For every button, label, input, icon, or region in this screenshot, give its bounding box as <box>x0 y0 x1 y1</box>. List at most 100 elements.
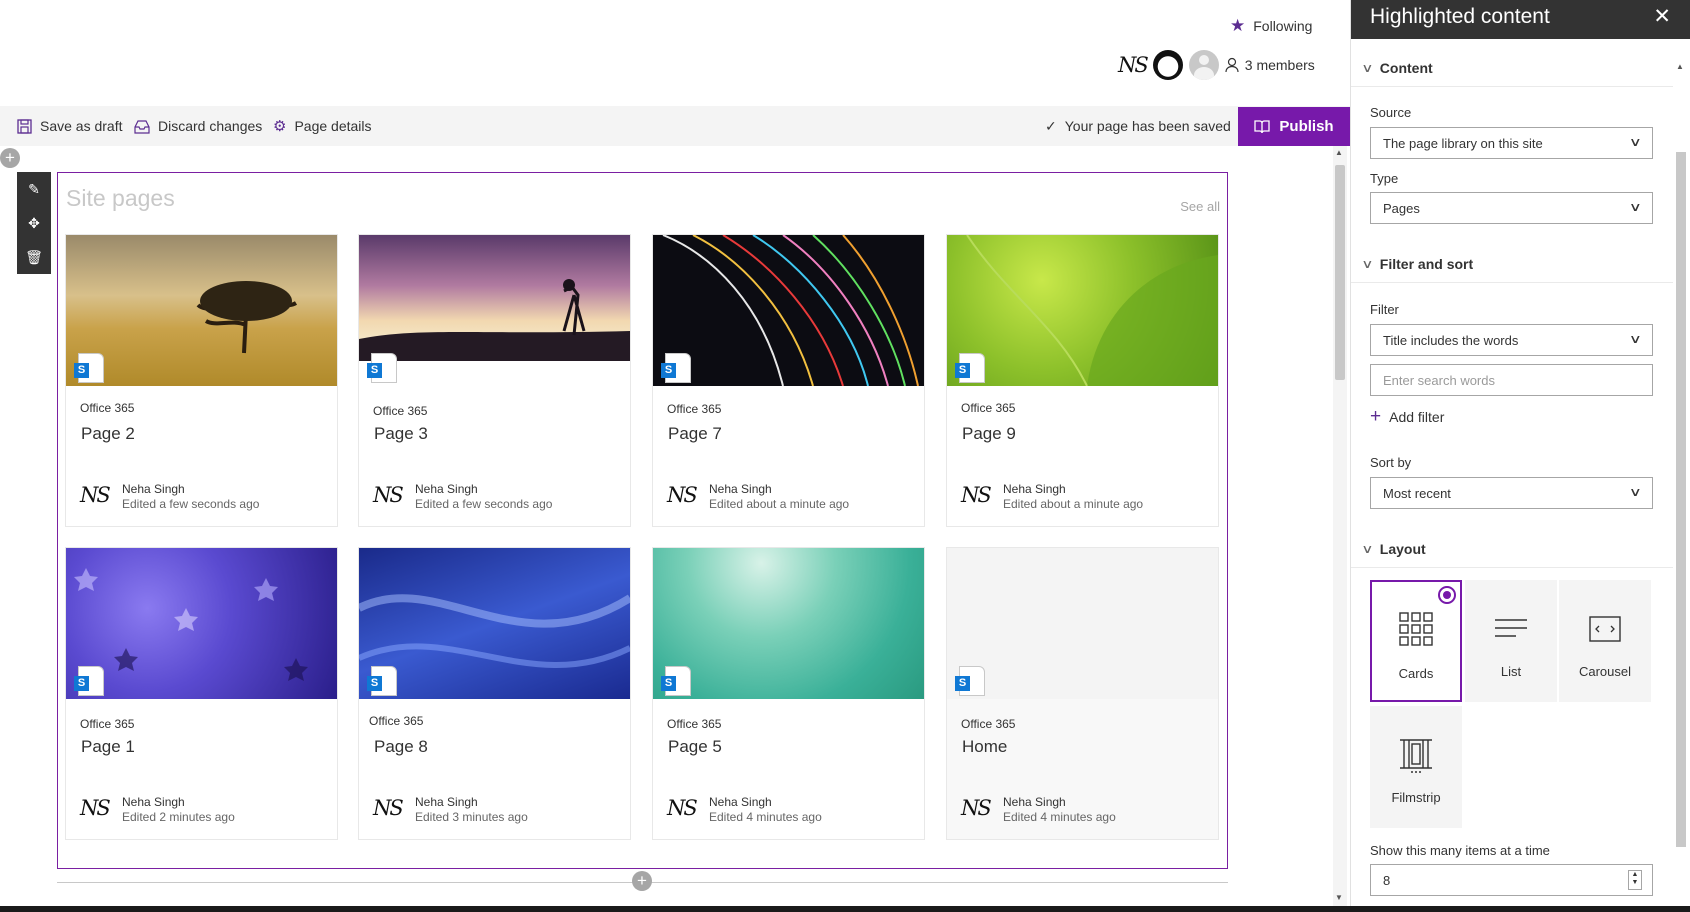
pane-scrollbar-thumb[interactable] <box>1676 152 1686 847</box>
list-icon <box>1495 619 1527 637</box>
close-icon[interactable]: ✕ <box>1653 4 1671 29</box>
page-card[interactable]: Office 365 Page 8 NS Neha Singh Edited 3… <box>357 547 633 840</box>
see-all-link[interactable]: See all <box>1180 199 1220 214</box>
layout-option-list[interactable]: List <box>1465 580 1557 702</box>
author-avatar: NS <box>373 796 404 820</box>
card-site: Office 365 <box>80 401 135 415</box>
card-title[interactable]: Page 3 <box>374 424 428 444</box>
card-edited: Edited a few seconds ago <box>122 497 260 511</box>
move-icon[interactable]: ✥ <box>28 215 40 232</box>
card-thumbnail <box>357 548 633 699</box>
items-count-label: Show this many items at a time <box>1370 843 1550 858</box>
layout-label: Cards <box>1398 666 1434 681</box>
card-title[interactable]: Page 1 <box>81 737 135 757</box>
card-author: Neha Singh <box>122 482 185 496</box>
property-pane-header: Highlighted content ✕ <box>1351 0 1690 39</box>
card-title[interactable]: Page 8 <box>374 737 428 757</box>
sharepoint-page-icon <box>367 666 397 696</box>
property-pane: Highlighted content ✕ ∨ Content Source T… <box>1350 0 1690 912</box>
card-thumbnail <box>359 235 630 361</box>
author-avatar: NS <box>961 483 992 507</box>
chevron-down-icon: ∨ <box>1361 60 1374 75</box>
member-avatar-placeholder <box>1188 50 1219 80</box>
property-pane-title: Highlighted content <box>1370 5 1550 28</box>
card-site: Office 365 <box>80 717 135 731</box>
scroll-down-icon[interactable]: ▼ <box>1335 893 1343 902</box>
card-author: Neha Singh <box>709 482 772 496</box>
layout-section-toggle[interactable]: ∨ Layout <box>1351 530 1673 568</box>
card-author: Neha Singh <box>415 482 478 496</box>
chevron-down-icon: ∨ <box>1629 135 1643 149</box>
sort-value: Most recent <box>1383 485 1451 501</box>
chevron-down-icon: ∨ <box>1629 332 1643 346</box>
page-card[interactable]: Office 365 Page 9 NS Neha Singh Edited a… <box>946 234 1219 527</box>
page-card[interactable]: Office 365 Page 7 NS Neha Singh Edited a… <box>652 234 925 527</box>
page-card[interactable]: Office 365 Page 1 NS Neha Singh Edited 2… <box>65 547 338 840</box>
follow-toggle[interactable]: ★ Following <box>1230 16 1312 36</box>
author-avatar: NS <box>373 483 404 507</box>
page-details-button[interactable]: ⚙ Page details <box>273 106 372 146</box>
card-title[interactable]: Page 7 <box>668 424 722 444</box>
sort-label: Sort by <box>1370 455 1412 470</box>
plus-icon: + <box>1370 406 1382 427</box>
source-dropdown[interactable]: The page library on this site ∨ <box>1370 127 1653 159</box>
card-site: Office 365 <box>667 402 722 416</box>
type-value: Pages <box>1383 200 1420 216</box>
person-icon <box>1225 57 1239 73</box>
card-title[interactable]: Page 9 <box>962 424 1016 444</box>
edit-pencil-icon[interactable]: ✎ <box>28 181 40 198</box>
star-icon: ★ <box>1230 16 1246 35</box>
add-section-bottom-icon[interactable]: + <box>632 871 652 891</box>
selected-radio-icon <box>1438 586 1456 604</box>
author-avatar: NS <box>80 796 111 820</box>
card-title[interactable]: Home <box>962 737 1007 757</box>
filter-section-label: Filter and sort <box>1379 255 1474 272</box>
publish-button[interactable]: Publish <box>1238 107 1350 146</box>
delete-icon[interactable]: 🗑 <box>25 249 43 266</box>
layout-option-filmstrip[interactable]: Filmstrip <box>1370 706 1462 828</box>
book-icon <box>1254 119 1271 133</box>
items-count-spinner[interactable]: 8 ▲ ▼ <box>1370 864 1653 896</box>
discard-button[interactable]: Discard changes <box>134 106 262 146</box>
add-filter-button[interactable]: + Add filter <box>1370 406 1444 428</box>
add-section-top-icon[interactable]: + <box>0 148 20 168</box>
page-card[interactable]: Office 365 Home NS Neha Singh Edited 4 m… <box>946 547 1219 840</box>
spin-arrows-icon[interactable]: ▲ ▼ <box>1628 870 1642 890</box>
filter-section-toggle[interactable]: ∨ Filter and sort <box>1351 245 1673 283</box>
member-avatar <box>1152 50 1183 80</box>
card-edited: Edited about a minute ago <box>1003 497 1144 511</box>
card-thumbnail <box>66 548 337 699</box>
page-card[interactable]: Office 365 Page 2 NS Neha Singh Edited a… <box>65 234 338 527</box>
author-avatar: NS <box>667 483 698 507</box>
members-group[interactable]: NS 3 members <box>1118 50 1315 80</box>
layout-option-cards[interactable]: Cards <box>1370 580 1462 702</box>
save-draft-button[interactable]: Save as draft <box>17 106 123 146</box>
filter-search-input[interactable] <box>1370 364 1653 396</box>
page-card[interactable]: Office 365 Page 3 NS Neha Singh Edited a… <box>358 234 631 527</box>
filter-dropdown[interactable]: Title includes the words ∨ <box>1370 324 1653 356</box>
content-section-toggle[interactable]: ∨ Content <box>1351 49 1673 87</box>
sort-dropdown[interactable]: Most recent ∨ <box>1370 477 1653 509</box>
card-thumbnail-empty <box>947 548 1218 699</box>
card-site: Office 365 <box>667 717 722 731</box>
layout-section-label: Layout <box>1379 540 1426 557</box>
page-scrollbar-thumb[interactable] <box>1335 165 1345 380</box>
type-dropdown[interactable]: Pages ∨ <box>1370 192 1653 224</box>
add-filter-label: Add filter <box>1389 409 1445 425</box>
gear-icon: ⚙ <box>273 118 287 135</box>
scroll-up-icon[interactable]: ▲ <box>1335 148 1343 157</box>
sharepoint-page-icon <box>367 353 397 383</box>
saved-status-text: Your page has been saved <box>1064 118 1231 134</box>
layout-option-carousel[interactable]: Carousel <box>1559 580 1651 702</box>
card-title[interactable]: Page 2 <box>81 424 135 444</box>
card-title[interactable]: Page 5 <box>668 737 722 757</box>
card-author: Neha Singh <box>709 795 772 809</box>
page-card[interactable]: Office 365 Page 5 NS Neha Singh Edited 4… <box>652 547 925 840</box>
pane-scroll-up-icon[interactable]: ▲ <box>1676 62 1684 71</box>
members-count: 3 members <box>1244 57 1315 73</box>
card-author: Neha Singh <box>122 795 185 809</box>
author-avatar: NS <box>80 483 111 507</box>
save-status: ✓ Your page has been saved <box>1045 106 1231 146</box>
type-label: Type <box>1370 171 1399 186</box>
checkmark-icon: ✓ <box>1045 117 1057 134</box>
